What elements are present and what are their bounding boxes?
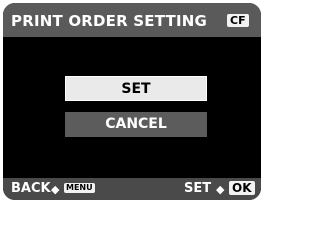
ok-key-icon: OK [229, 181, 255, 195]
cancel-button[interactable]: CANCEL [65, 112, 207, 137]
arrow-right-icon: ◆ [216, 183, 225, 196]
back-hint-label[interactable]: BACK [11, 181, 51, 196]
page-title: PRINT ORDER SETTING [11, 12, 208, 30]
bottom-bar: BACK ◆ MENU SET ◆ OK [3, 178, 261, 200]
menu-key-icon: MENU [64, 183, 95, 193]
set-button[interactable]: SET [65, 76, 207, 101]
camera-screen: PRINT ORDER SETTING CF SET CANCEL BACK ◆… [3, 3, 261, 200]
set-hint-label[interactable]: SET [184, 181, 211, 196]
arrow-right-icon: ◆ [51, 183, 60, 196]
cf-card-badge: CF [227, 14, 249, 27]
title-bar: PRINT ORDER SETTING CF [3, 3, 261, 37]
